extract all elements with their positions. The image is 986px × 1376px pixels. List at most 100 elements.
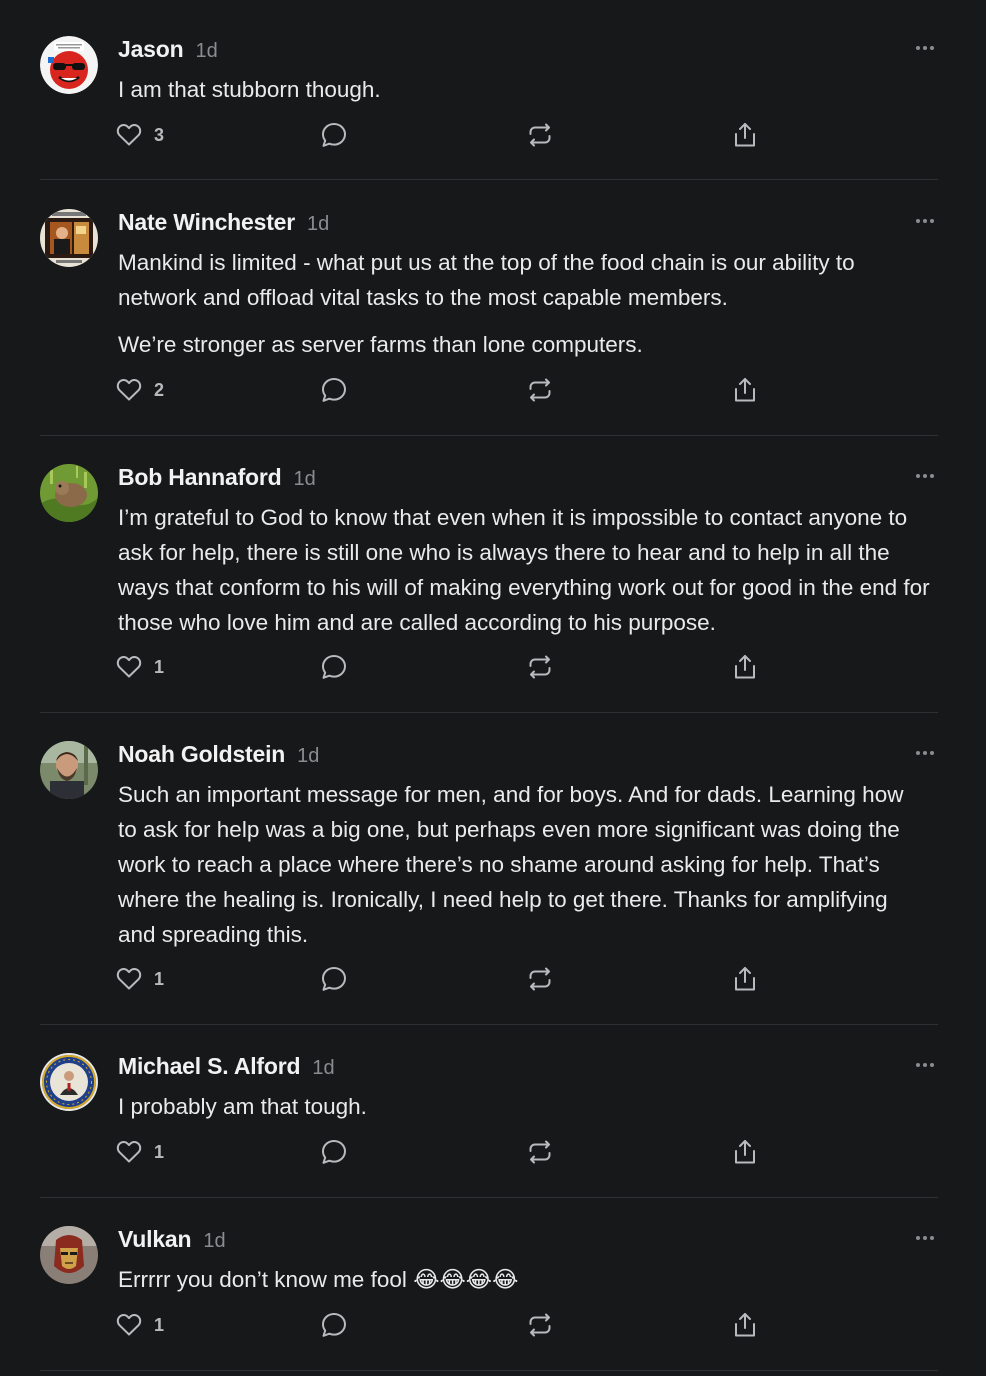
reply-button[interactable]: [320, 1137, 348, 1167]
comment-header: Jason 1d: [118, 36, 218, 64]
more-options-icon[interactable]: [914, 1230, 936, 1246]
like-button[interactable]: 1: [116, 1310, 164, 1340]
like-count: 3: [154, 124, 165, 145]
share-button[interactable]: [732, 652, 758, 682]
heart-icon: [116, 655, 142, 679]
like-count: 1: [154, 1141, 165, 1162]
avatar[interactable]: [40, 741, 98, 799]
share-button[interactable]: [732, 1137, 758, 1167]
timestamp[interactable]: 1d: [297, 745, 319, 768]
comment-actions: 1: [116, 1310, 776, 1340]
heart-icon: [116, 967, 142, 991]
comment-header: Nate Winchester 1d: [118, 209, 329, 237]
comment-text: I am that stubborn though.: [118, 77, 381, 102]
comment-actions: 1: [116, 964, 776, 994]
reply-button[interactable]: [320, 1310, 348, 1340]
comment-header: Michael S. Alford 1d: [118, 1053, 335, 1081]
comment-text: I’m grateful to God to know that even wh…: [118, 505, 930, 635]
heart-icon: [116, 1140, 142, 1164]
comment-feed: Jason 1d I am that stubborn though. 3 Na…: [0, 0, 986, 1376]
like-count: 1: [154, 1314, 165, 1335]
comment-body: Such an important message for men, and f…: [118, 777, 923, 952]
restack-button[interactable]: [526, 1137, 554, 1167]
like-count: 1: [154, 656, 165, 677]
restack-button[interactable]: [526, 652, 554, 682]
comment-header: Vulkan 1d: [118, 1226, 226, 1254]
divider: [40, 1024, 938, 1025]
restack-button[interactable]: [526, 120, 554, 150]
author-name[interactable]: Bob Hannaford: [118, 464, 282, 491]
share-icon: [732, 653, 758, 681]
comment-text: Mankind is limited - what put us at the …: [118, 250, 855, 310]
heart-icon: [116, 123, 142, 147]
comment-body: I am that stubborn though.: [118, 72, 930, 107]
heart-icon: [116, 1313, 142, 1337]
like-button[interactable]: 2: [116, 375, 164, 405]
restack-icon: [526, 965, 554, 993]
more-options-icon[interactable]: [914, 468, 936, 484]
reply-button[interactable]: [320, 964, 348, 994]
divider: [40, 179, 938, 180]
restack-button[interactable]: [526, 375, 554, 405]
like-button[interactable]: 1: [116, 652, 164, 682]
comment-actions: 2: [116, 375, 776, 405]
comment-actions: 1: [116, 1137, 776, 1167]
comment-text: I probably am that tough.: [118, 1094, 367, 1119]
author-name[interactable]: Vulkan: [118, 1226, 192, 1253]
share-icon: [732, 965, 758, 993]
share-icon: [732, 1311, 758, 1339]
reply-button[interactable]: [320, 375, 348, 405]
avatar[interactable]: [40, 209, 98, 267]
timestamp[interactable]: 1d: [307, 213, 329, 236]
divider: [40, 712, 938, 713]
comment-bubble-icon: [320, 1138, 348, 1166]
more-options-icon[interactable]: [914, 1057, 936, 1073]
share-button[interactable]: [732, 1310, 758, 1340]
reply-button[interactable]: [320, 652, 348, 682]
author-name[interactable]: Michael S. Alford: [118, 1053, 301, 1080]
timestamp[interactable]: 1d: [203, 1230, 225, 1253]
share-icon: [732, 121, 758, 149]
comment-actions: 3: [116, 120, 776, 150]
comment-body: Errrrr you don’t know me fool 😂😂😂😂: [118, 1262, 930, 1297]
divider: [40, 1370, 938, 1371]
like-button[interactable]: 1: [116, 964, 164, 994]
comment-text: We’re stronger as server farms than lone…: [118, 332, 643, 357]
avatar[interactable]: [40, 464, 98, 522]
restack-icon: [526, 653, 554, 681]
timestamp[interactable]: 1d: [195, 40, 217, 63]
restack-button[interactable]: [526, 1310, 554, 1340]
timestamp[interactable]: 1d: [312, 1057, 334, 1080]
share-button[interactable]: [732, 120, 758, 150]
more-options-icon[interactable]: [914, 213, 936, 229]
restack-button[interactable]: [526, 964, 554, 994]
comment-text: Errrrr you don’t know me fool 😂😂😂😂: [118, 1267, 519, 1292]
timestamp[interactable]: 1d: [294, 468, 316, 491]
comment-bubble-icon: [320, 121, 348, 149]
heart-icon: [116, 378, 142, 402]
like-button[interactable]: 3: [116, 120, 164, 150]
author-name[interactable]: Noah Goldstein: [118, 741, 285, 768]
comment-body: Mankind is limited - what put us at the …: [118, 245, 930, 362]
restack-icon: [526, 1138, 554, 1166]
share-button[interactable]: [732, 375, 758, 405]
avatar[interactable]: [40, 1053, 98, 1111]
restack-icon: [526, 121, 554, 149]
share-button[interactable]: [732, 964, 758, 994]
comment-header: Bob Hannaford 1d: [118, 464, 316, 492]
like-count: 2: [154, 379, 165, 400]
restack-icon: [526, 376, 554, 404]
like-button[interactable]: 1: [116, 1137, 164, 1167]
avatar[interactable]: [40, 1226, 98, 1284]
comment-body: I probably am that tough.: [118, 1089, 930, 1124]
author-name[interactable]: Nate Winchester: [118, 209, 295, 236]
comment-header: Noah Goldstein 1d: [118, 741, 319, 769]
reply-button[interactable]: [320, 120, 348, 150]
divider: [40, 435, 938, 436]
more-options-icon[interactable]: [914, 745, 936, 761]
avatar[interactable]: [40, 36, 98, 94]
share-icon: [732, 376, 758, 404]
comment-bubble-icon: [320, 965, 348, 993]
more-options-icon[interactable]: [914, 40, 936, 56]
author-name[interactable]: Jason: [118, 36, 184, 63]
